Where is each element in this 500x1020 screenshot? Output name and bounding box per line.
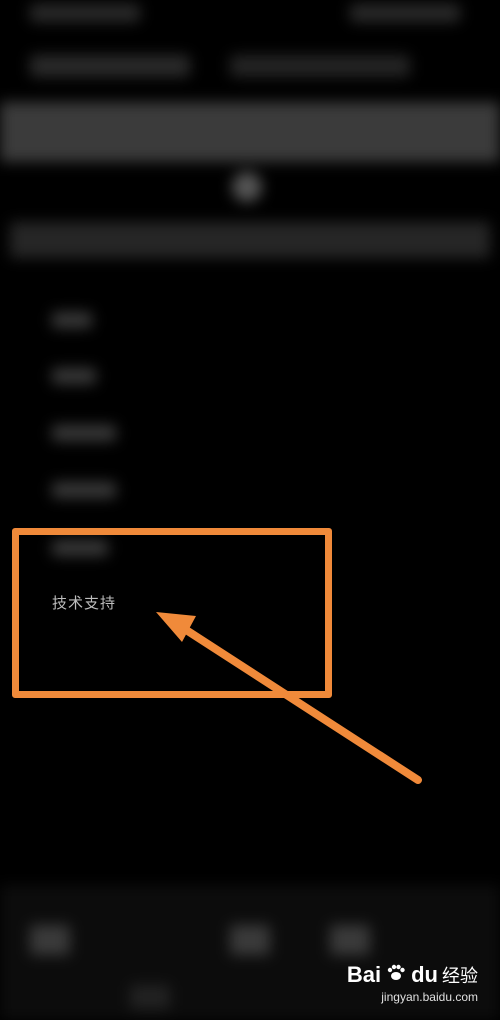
arrow-shaft (176, 622, 422, 784)
arrow-head (156, 612, 196, 642)
watermark-text: 经验 (442, 966, 478, 987)
watermark-url: jingyan.baidu.com (381, 990, 478, 1004)
paw-icon (385, 962, 407, 988)
watermark-brand: Bai (346, 962, 382, 987)
baidu-jingyan-watermark: Bai du 经验 jingyan.baidu.com (347, 962, 478, 1004)
watermark-brand-suffix: du (411, 962, 438, 987)
annotation-arrow (156, 612, 422, 784)
